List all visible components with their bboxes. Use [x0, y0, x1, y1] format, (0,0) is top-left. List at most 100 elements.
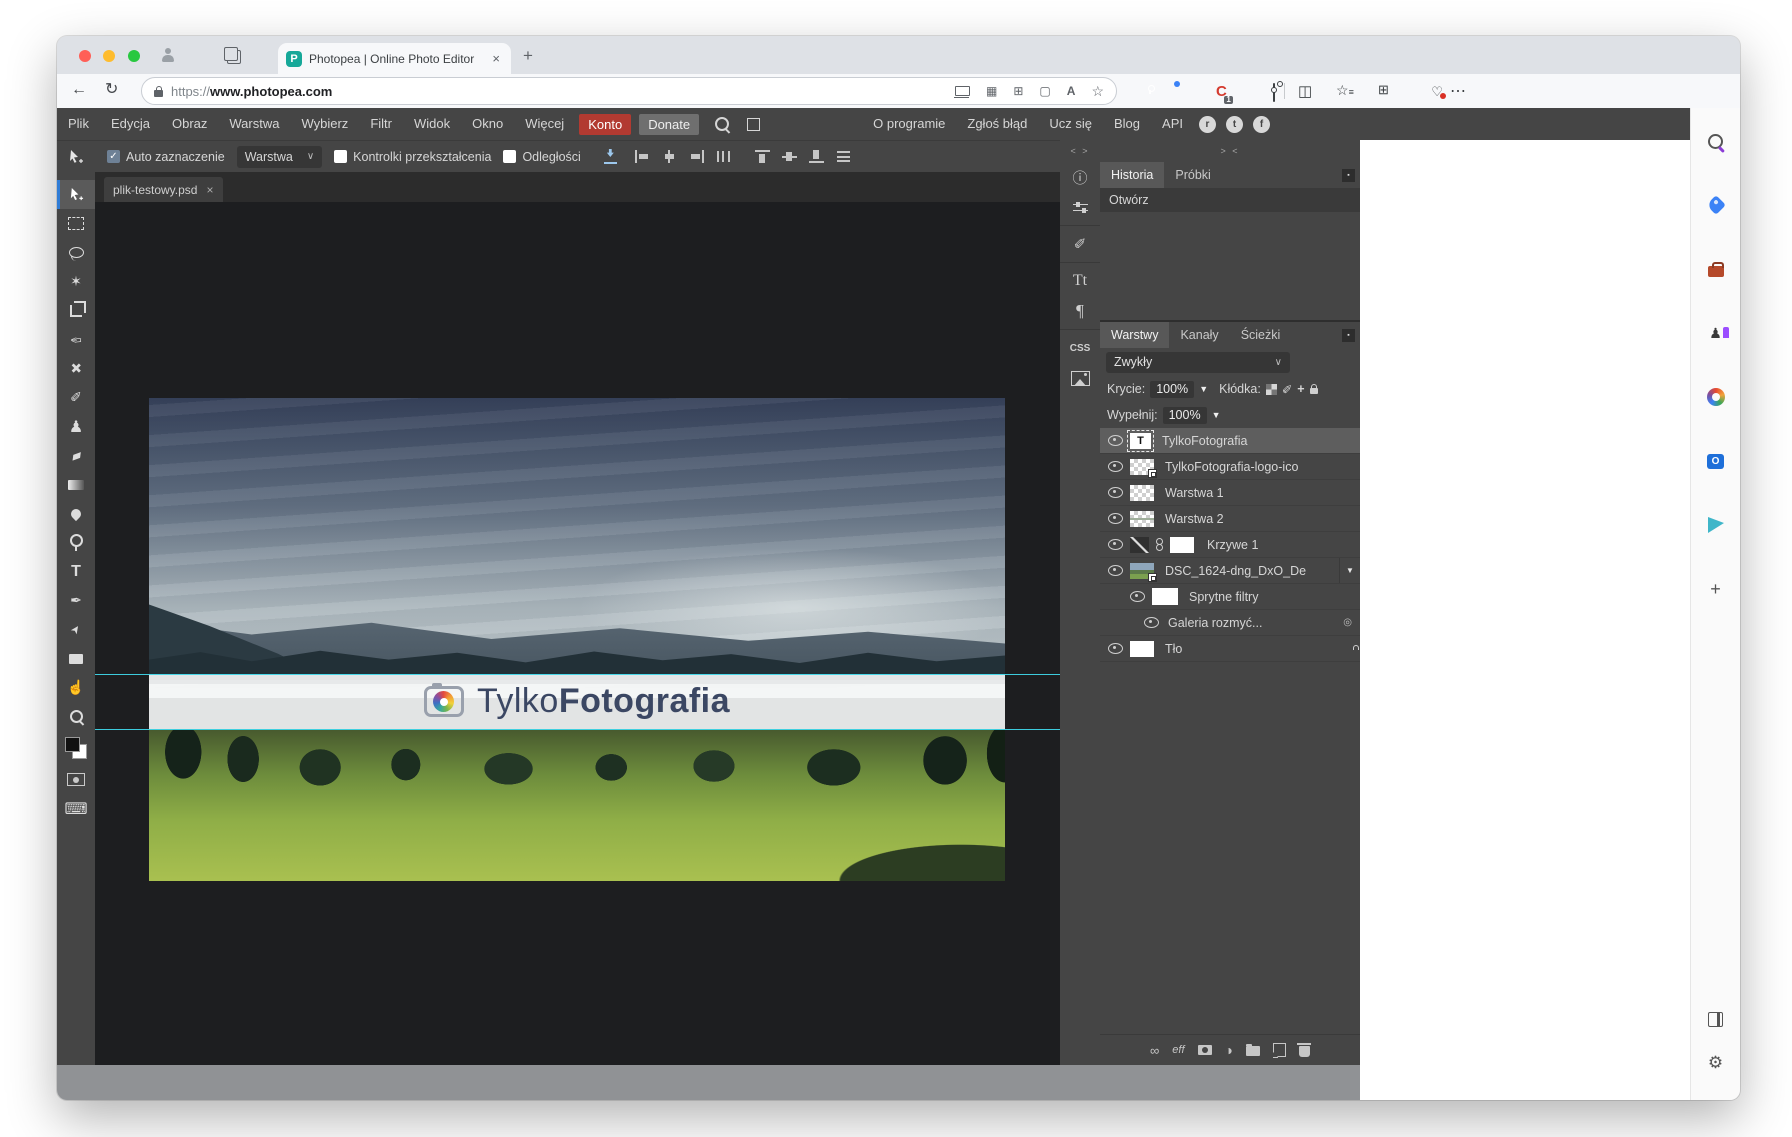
distribute-v-icon[interactable]: [836, 150, 851, 163]
maximize-window-button[interactable]: [128, 50, 140, 62]
marquee-tool[interactable]: [57, 209, 95, 238]
fill-value[interactable]: 100%: [1163, 407, 1207, 424]
menu-plik[interactable]: Plik: [57, 108, 100, 140]
blur-tool[interactable]: [57, 499, 95, 528]
guide-line-bottom[interactable]: [95, 729, 1060, 730]
menu-wiecej[interactable]: Więcej: [514, 108, 575, 140]
paragraph-panel-button[interactable]: ¶: [1060, 296, 1100, 326]
type-tool[interactable]: T: [57, 557, 95, 586]
reader-icon[interactable]: ▢: [1039, 84, 1050, 98]
tab-probki[interactable]: Próbki: [1164, 162, 1221, 188]
filter-settings-icon[interactable]: ◎: [1343, 617, 1352, 628]
layer-thumbnail[interactable]: [1130, 485, 1154, 501]
tab-kanaly[interactable]: Kanały: [1169, 322, 1229, 348]
add-adjustment-icon[interactable]: ◑: [1225, 1042, 1233, 1058]
clone-stamp-tool[interactable]: ♟: [57, 412, 95, 441]
history-item[interactable]: Otwórz: [1100, 188, 1360, 212]
donate-button[interactable]: Donate: [639, 114, 699, 135]
lasso-tool[interactable]: [57, 238, 95, 267]
refresh-button[interactable]: ↻: [105, 82, 118, 98]
collections-add-icon[interactable]: ⊞: [1013, 84, 1023, 98]
curves-thumbnail[interactable]: [1130, 537, 1149, 553]
read-aloud-icon[interactable]: A: [1067, 84, 1076, 98]
visibility-eye-icon[interactable]: [1108, 513, 1123, 524]
split-screen-icon[interactable]: ◫: [1298, 82, 1312, 100]
sidebar-panel-icon[interactable]: [1705, 1008, 1727, 1030]
transform-controls-checkbox[interactable]: [334, 150, 347, 163]
new-group-icon[interactable]: [1246, 1046, 1260, 1056]
layer-row-galeria-rozmyc[interactable]: Galeria rozmyć... ◎: [1100, 610, 1360, 636]
link-layers-icon[interactable]: ∞: [1150, 1043, 1159, 1058]
layer-row-tlo[interactable]: Tło: [1100, 636, 1360, 662]
adjustments-panel-button[interactable]: [1060, 192, 1100, 222]
smart-object-thumbnail[interactable]: [1130, 459, 1154, 475]
magic-wand-tool[interactable]: ✶: [57, 267, 95, 296]
qr-code-icon[interactable]: ▦: [986, 84, 997, 98]
menu-obraz[interactable]: Obraz: [161, 108, 218, 140]
link-o-programie[interactable]: O programie: [862, 108, 956, 140]
sidebar-add-icon[interactable]: +: [1705, 578, 1727, 600]
canvas-area[interactable]: TylkoFotografia: [95, 202, 1060, 1065]
delete-layer-icon[interactable]: [1299, 1046, 1310, 1057]
link-zglos-blad[interactable]: Zgłoś błąd: [956, 108, 1038, 140]
align-top-icon[interactable]: [755, 150, 770, 163]
opacity-value[interactable]: 100%: [1150, 381, 1194, 398]
konto-button[interactable]: Konto: [579, 114, 631, 135]
brush-tool[interactable]: ✐: [57, 383, 95, 412]
layers-panel-menu-icon[interactable]: ▪: [1342, 329, 1355, 342]
healing-tool[interactable]: ✚: [57, 354, 95, 383]
visibility-eye-icon[interactable]: [1108, 461, 1123, 472]
rectangle-tool[interactable]: [57, 644, 95, 673]
menu-filtr[interactable]: Filtr: [359, 108, 403, 140]
color-swatches[interactable]: [57, 731, 95, 765]
smart-filters-expander[interactable]: ▼: [1339, 558, 1360, 583]
lock-position-icon[interactable]: +: [1297, 382, 1304, 396]
visibility-eye-icon[interactable]: [1108, 487, 1123, 498]
align-middle-icon[interactable]: [782, 150, 797, 163]
history-panel-menu-icon[interactable]: ▪: [1342, 169, 1355, 182]
sidebar-search-icon[interactable]: [1705, 130, 1727, 152]
strip-collapse-handle[interactable]: < >: [1070, 140, 1089, 162]
browser-essentials-icon[interactable]: ♡: [1431, 84, 1443, 99]
guide-line-top[interactable]: [95, 674, 1060, 675]
photo-smart-object-thumbnail[interactable]: [1130, 563, 1154, 579]
new-tab-button[interactable]: +: [523, 46, 533, 66]
eraser-tool[interactable]: ▰: [57, 441, 95, 470]
tab-groups-icon[interactable]: [227, 50, 241, 64]
more-menu-icon[interactable]: ⋯: [1450, 81, 1466, 101]
align-center-h-icon[interactable]: [662, 150, 677, 163]
collections-icon[interactable]: ⊞: [1378, 82, 1389, 98]
extensions-icon[interactable]: [1273, 83, 1275, 102]
link-api[interactable]: API: [1151, 108, 1194, 140]
sidebar-settings-icon[interactable]: ⚙: [1705, 1052, 1727, 1074]
crop-tool[interactable]: [57, 296, 95, 325]
eyedropper-tool[interactable]: ✑: [57, 325, 95, 354]
menu-widok[interactable]: Widok: [403, 108, 461, 140]
lock-transparency-icon[interactable]: [1266, 384, 1277, 395]
visibility-eye-icon[interactable]: [1108, 643, 1123, 654]
link-blog[interactable]: Blog: [1103, 108, 1151, 140]
lock-all-icon[interactable]: [1310, 388, 1318, 394]
foreground-color-swatch[interactable]: [65, 737, 80, 752]
visibility-eye-icon[interactable]: [1108, 565, 1123, 576]
background-layer-thumbnail[interactable]: [1130, 641, 1154, 657]
layer-row-sprytne-filtry[interactable]: Sprytne filtry: [1100, 584, 1360, 610]
quick-mask-tool[interactable]: [57, 765, 95, 794]
smart-filters-mask-thumbnail[interactable]: [1152, 588, 1178, 605]
text-layer-thumbnail[interactable]: T: [1130, 433, 1151, 449]
sidebar-shopping-icon[interactable]: [1705, 194, 1727, 216]
favorites-bar-icon[interactable]: ☆≡: [1336, 82, 1354, 99]
layer-row-dsc[interactable]: DSC_1624-dng_DxO_De ▼: [1100, 558, 1360, 584]
browser-tab[interactable]: P Photopea | Online Photo Editor ×: [278, 43, 511, 74]
zoom-tool[interactable]: [57, 702, 95, 731]
photo-document[interactable]: TylkoFotografia: [149, 398, 1005, 881]
target-select[interactable]: Warstwa∨: [237, 146, 322, 168]
layer-row-tylkofotografia[interactable]: T TylkoFotografia: [1100, 428, 1360, 454]
sidebar-drop-icon[interactable]: [1705, 514, 1727, 536]
sidebar-m365-icon[interactable]: [1705, 386, 1727, 408]
fullscreen-icon[interactable]: [747, 118, 760, 131]
info-panel-button[interactable]: ⓘ: [1060, 162, 1100, 192]
reddit-icon[interactable]: r: [1199, 116, 1216, 133]
visibility-eye-icon[interactable]: [1144, 617, 1159, 628]
keyboard-shortcuts-button[interactable]: ⌨: [57, 794, 95, 823]
